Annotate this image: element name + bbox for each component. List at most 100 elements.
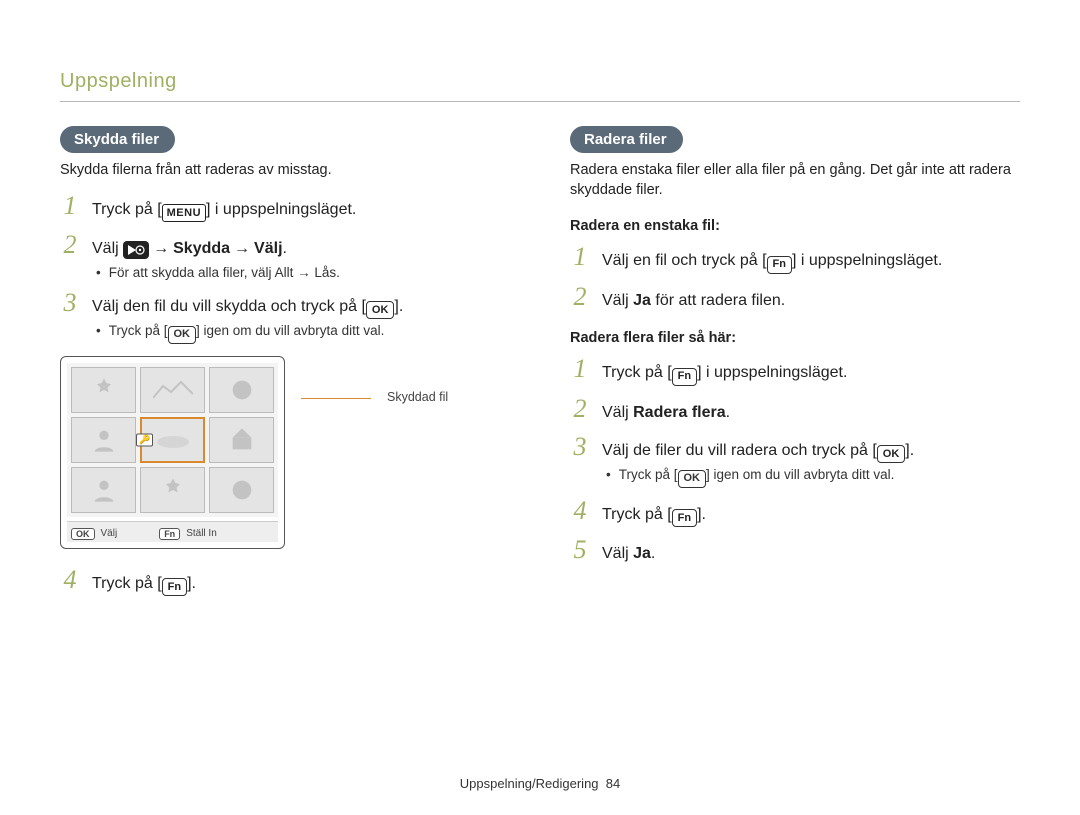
text-bold: Radera flera bbox=[633, 404, 726, 421]
menu-key-icon: MENU bbox=[162, 204, 206, 222]
protect-step-1: 1 Tryck på [MENU] i uppspelningsläget. bbox=[60, 193, 510, 223]
ok-key-icon: OK bbox=[168, 326, 197, 344]
step-number: 1 bbox=[570, 356, 590, 382]
text: Välj bbox=[602, 404, 633, 421]
step-text: Välj →Skydda→Välj. bbox=[92, 238, 287, 260]
leader-line bbox=[301, 398, 371, 399]
thumbnail-selected: 🔑 bbox=[140, 417, 205, 463]
delete-single-step-2: 2 Välj Ja för att radera filen. bbox=[570, 284, 1020, 312]
protect-step-3: 3 Välj den fil du vill skydda och tryck … bbox=[60, 290, 510, 320]
thumbnail bbox=[71, 417, 136, 463]
delete-multi-step-5: 5 Välj Ja. bbox=[570, 537, 1020, 565]
text: ]. bbox=[697, 506, 706, 523]
protect-step-3-sub: • Tryck på [OK] igen om du vill avbryta … bbox=[96, 323, 510, 344]
fn-key-icon: Fn bbox=[767, 256, 792, 274]
text: Tryck på [ bbox=[92, 575, 162, 592]
text: Välj den fil du vill skydda och tryck på… bbox=[92, 298, 366, 315]
delete-multi-step-3: 3 Välj de filer du vill radera och tryck… bbox=[570, 434, 1020, 464]
step-number: 4 bbox=[60, 567, 80, 593]
ok-key-icon: OK bbox=[71, 528, 95, 540]
bullet-icon: • bbox=[606, 467, 611, 488]
text: Tryck på [ bbox=[602, 506, 672, 523]
step-number: 4 bbox=[570, 498, 590, 524]
text: . bbox=[651, 545, 655, 562]
thumbnail bbox=[209, 467, 274, 513]
text: Tryck på [OK] igen om du vill avbryta di… bbox=[619, 467, 895, 488]
text: Tryck på [ bbox=[92, 201, 162, 218]
text: För att skydda alla filer, välj bbox=[109, 265, 275, 280]
text: Välj bbox=[602, 545, 633, 562]
step-number: 3 bbox=[60, 290, 80, 316]
delete-single-step-1: 1 Välj en fil och tryck på [Fn] i uppspe… bbox=[570, 244, 1020, 274]
protect-step-4: 4 Tryck på [Fn]. bbox=[60, 567, 510, 597]
text: ]. bbox=[187, 575, 196, 592]
text: . bbox=[336, 265, 340, 280]
text: Tryck på [ bbox=[602, 364, 672, 381]
protect-intro: Skydda filerna från att raderas av misst… bbox=[60, 161, 510, 181]
text: . bbox=[283, 240, 287, 257]
step-number: 1 bbox=[60, 193, 80, 219]
text: för att radera filen. bbox=[651, 292, 785, 309]
protect-step-2: 2 Välj →Skydda→Välj. bbox=[60, 232, 510, 260]
bar-label: Välj bbox=[101, 528, 118, 539]
step-text: Tryck på [Fn] i uppspelningsläget. bbox=[602, 362, 847, 386]
col-delete: Radera filer Radera enstaka filer eller … bbox=[570, 126, 1020, 600]
step-number: 1 bbox=[570, 244, 590, 270]
text: ]. bbox=[394, 298, 403, 315]
ok-key-icon: OK bbox=[366, 301, 395, 319]
thumbnail bbox=[140, 367, 205, 413]
thumbnail bbox=[140, 467, 205, 513]
bullet-icon: • bbox=[96, 265, 101, 280]
arrow-icon: → bbox=[230, 240, 254, 257]
step-text: Välj Ja. bbox=[602, 543, 655, 565]
text-bold: Ja bbox=[633, 545, 651, 562]
fn-key-icon: Fn bbox=[162, 578, 187, 596]
thumbnail bbox=[209, 417, 274, 463]
delete-multi-step-3-sub: • Tryck på [OK] igen om du vill avbryta … bbox=[606, 467, 1020, 488]
pill-delete: Radera filer bbox=[570, 126, 683, 153]
text: ]. bbox=[905, 442, 914, 459]
step-text: Välj den fil du vill skydda och tryck på… bbox=[92, 296, 403, 320]
bullet-icon: • bbox=[96, 323, 101, 344]
step-number: 3 bbox=[570, 434, 590, 460]
arrow-icon: → bbox=[149, 240, 173, 257]
footer-section: Uppspelning/Redigering bbox=[460, 776, 599, 791]
text: Välj bbox=[602, 292, 633, 309]
text: ] i uppspelningsläget. bbox=[697, 364, 847, 381]
col-protect: Skydda filer Skydda filerna från att rad… bbox=[60, 126, 510, 600]
text-bold: Ja bbox=[633, 292, 651, 309]
content-columns: Skydda filer Skydda filerna från att rad… bbox=[60, 126, 1020, 600]
text: ] i uppspelningsläget. bbox=[206, 201, 356, 218]
step-text: Välj de filer du vill radera och tryck p… bbox=[602, 440, 914, 464]
step-text: Tryck på [MENU] i uppspelningsläget. bbox=[92, 199, 356, 223]
playback-settings-icon bbox=[123, 241, 149, 259]
breadcrumb: Uppspelning bbox=[60, 70, 1020, 93]
step-text: Välj Ja för att radera filen. bbox=[602, 290, 785, 312]
delete-multi-step-2: 2 Välj Radera flera. bbox=[570, 396, 1020, 424]
delete-single-heading: Radera en enstaka fil: bbox=[570, 218, 1020, 234]
bar-label: Ställ In bbox=[186, 528, 217, 539]
step-number: 2 bbox=[570, 284, 590, 310]
ok-key-icon: OK bbox=[678, 470, 707, 488]
text: ] i uppspelningsläget. bbox=[792, 252, 942, 269]
delete-multi-step-4: 4 Tryck på [Fn]. bbox=[570, 498, 1020, 528]
text: För att skydda alla filer, välj Allt → L… bbox=[109, 265, 340, 280]
step-text: Tryck på [Fn]. bbox=[602, 504, 706, 528]
text-bold: Allt → Lås bbox=[275, 265, 337, 280]
step-text: Välj en fil och tryck på [Fn] i uppspeln… bbox=[602, 250, 942, 274]
text-bold: Välj bbox=[254, 240, 282, 257]
delete-multi-heading: Radera flera filer så här: bbox=[570, 330, 1020, 346]
page-number: 84 bbox=[606, 776, 620, 791]
camera-screen: 🔑 OK Välj Fn Ställ In bbox=[60, 356, 285, 549]
step-number: 2 bbox=[570, 396, 590, 422]
lock-icon: 🔑 bbox=[136, 433, 153, 446]
delete-intro: Radera enstaka filer eller alla filer på… bbox=[570, 161, 1020, 200]
pill-protect: Skydda filer bbox=[60, 126, 175, 153]
text: ] igen om du vill avbryta ditt val. bbox=[196, 323, 384, 338]
page-footer: Uppspelning/Redigering 84 bbox=[0, 776, 1080, 791]
text: Tryck på [ bbox=[109, 323, 168, 338]
camera-screen-bar: OK Välj Fn Ställ In bbox=[67, 521, 278, 542]
delete-multi-step-1: 1 Tryck på [Fn] i uppspelningsläget. bbox=[570, 356, 1020, 386]
text: Tryck på [ bbox=[619, 467, 678, 482]
thumbnail bbox=[71, 367, 136, 413]
